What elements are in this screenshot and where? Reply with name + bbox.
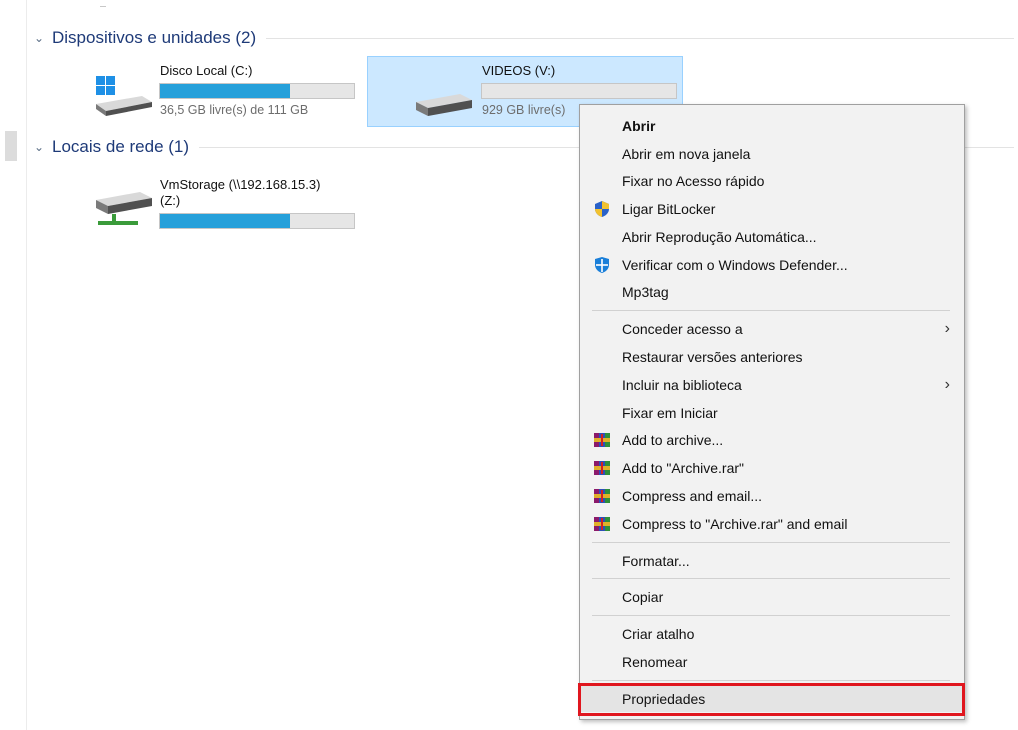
winrar-icon bbox=[592, 430, 612, 450]
menu-item-label: Fixar em Iniciar bbox=[622, 405, 718, 421]
menu-separator bbox=[592, 615, 950, 616]
propriedades-highlight-box bbox=[578, 683, 965, 716]
menu-separator bbox=[592, 680, 950, 681]
menu-separator bbox=[592, 578, 950, 579]
menu-item-incluir-biblioteca[interactable]: Incluir na biblioteca › bbox=[580, 372, 964, 398]
menu-item-mp3tag[interactable]: Mp3tag bbox=[580, 279, 964, 305]
menu-item-ligar-bitlocker[interactable]: Ligar BitLocker bbox=[580, 196, 964, 222]
chevron-right-icon: › bbox=[944, 376, 950, 393]
menu-item-label: Renomear bbox=[622, 654, 688, 670]
menu-item-add-to-archive[interactable]: Add to archive... bbox=[580, 427, 964, 453]
menu-item-fixar-acesso-rapido[interactable]: Fixar no Acesso rápido bbox=[580, 168, 964, 194]
menu-item-reproducao-automatica[interactable]: Abrir Reprodução Automática... bbox=[580, 224, 964, 250]
chevron-down-icon[interactable]: ⌄ bbox=[34, 140, 52, 154]
menu-item-label: Fixar no Acesso rápido bbox=[622, 173, 765, 189]
menu-item-compress-to-archive-rar-email[interactable]: Compress to "Archive.rar" and email bbox=[580, 511, 964, 537]
menu-item-renomear[interactable]: Renomear bbox=[580, 649, 964, 675]
winrar-icon bbox=[592, 486, 612, 506]
drive-name-letter: (Z:) bbox=[160, 193, 181, 208]
hard-drive-icon bbox=[416, 94, 472, 116]
group-header-devices[interactable]: ⌄ Dispositivos e unidades (2) bbox=[34, 27, 1014, 49]
navigation-pane-edge bbox=[26, 0, 27, 730]
menu-item-label: Verificar com o Windows Defender... bbox=[622, 257, 848, 273]
group-title: Dispositivos e unidades (2) bbox=[52, 28, 257, 47]
menu-item-label: Ligar BitLocker bbox=[622, 201, 716, 217]
drive-name: VmStorage (\\192.168.15.3) bbox=[160, 177, 321, 192]
menu-item-label: Restaurar versões anteriores bbox=[622, 349, 803, 365]
drive-name: Disco Local (C:) bbox=[160, 63, 253, 78]
menu-item-label: Add to "Archive.rar" bbox=[622, 460, 744, 476]
menu-item-label: Abrir bbox=[622, 118, 656, 134]
menu-item-conceder-acesso[interactable]: Conceder acesso a › bbox=[580, 316, 964, 342]
menu-item-compress-and-email[interactable]: Compress and email... bbox=[580, 483, 964, 509]
bitlocker-shield-icon bbox=[592, 199, 612, 219]
chevron-down-icon[interactable]: ⌄ bbox=[34, 31, 52, 45]
drive-free-space: 36,5 GB livre(s) de 111 GB bbox=[160, 103, 309, 117]
menu-item-criar-atalho[interactable]: Criar atalho bbox=[580, 621, 964, 647]
chevron-right-icon: › bbox=[944, 320, 950, 337]
menu-item-restaurar-versoes[interactable]: Restaurar versões anteriores bbox=[580, 344, 964, 370]
menu-separator bbox=[592, 542, 950, 543]
menu-separator bbox=[592, 310, 950, 311]
divider bbox=[100, 6, 106, 7]
menu-item-label: Add to archive... bbox=[622, 432, 724, 448]
group-divider bbox=[266, 37, 1014, 39]
menu-item-label: Criar atalho bbox=[622, 626, 695, 642]
menu-item-label: Compress and email... bbox=[622, 488, 763, 504]
network-drive-icon bbox=[96, 192, 152, 225]
menu-item-add-to-archive-rar[interactable]: Add to "Archive.rar" bbox=[580, 455, 964, 481]
menu-item-label: Formatar... bbox=[622, 553, 690, 569]
menu-item-label: Abrir Reprodução Automática... bbox=[622, 229, 817, 245]
menu-item-copiar[interactable]: Copiar bbox=[580, 584, 964, 610]
menu-item-label: Incluir na biblioteca bbox=[622, 377, 742, 393]
drive-usage-bar bbox=[481, 83, 677, 99]
drive-free-space: 929 GB livre(s) bbox=[482, 103, 566, 117]
menu-item-label: Compress to "Archive.rar" and email bbox=[622, 516, 848, 532]
menu-item-label: Mp3tag bbox=[622, 284, 669, 300]
group-title: Locais de rede (1) bbox=[52, 137, 190, 156]
drive-usage-fill bbox=[160, 84, 290, 98]
menu-item-windows-defender[interactable]: Verificar com o Windows Defender... bbox=[580, 252, 964, 278]
drive-usage-bar bbox=[159, 213, 355, 229]
menu-item-label: Copiar bbox=[622, 589, 664, 605]
winrar-icon bbox=[592, 514, 612, 534]
context-menu: Abrir Abrir em nova janela Fixar no Aces… bbox=[579, 104, 965, 720]
winrar-icon bbox=[592, 458, 612, 478]
windows-drive-icon bbox=[96, 76, 152, 116]
drive-usage-bar bbox=[159, 83, 355, 99]
menu-item-label: Abrir em nova janela bbox=[622, 146, 751, 162]
drive-name: VIDEOS (V:) bbox=[482, 63, 556, 78]
windows-defender-icon bbox=[592, 255, 612, 275]
navigation-pane-splitter[interactable] bbox=[5, 131, 17, 161]
menu-item-fixar-iniciar[interactable]: Fixar em Iniciar bbox=[580, 400, 964, 426]
menu-item-abrir[interactable]: Abrir bbox=[580, 113, 964, 139]
drive-usage-fill bbox=[160, 214, 290, 228]
menu-item-abrir-nova-janela[interactable]: Abrir em nova janela bbox=[580, 141, 964, 167]
menu-item-formatar[interactable]: Formatar... bbox=[580, 548, 964, 574]
menu-item-label: Conceder acesso a bbox=[622, 321, 743, 337]
